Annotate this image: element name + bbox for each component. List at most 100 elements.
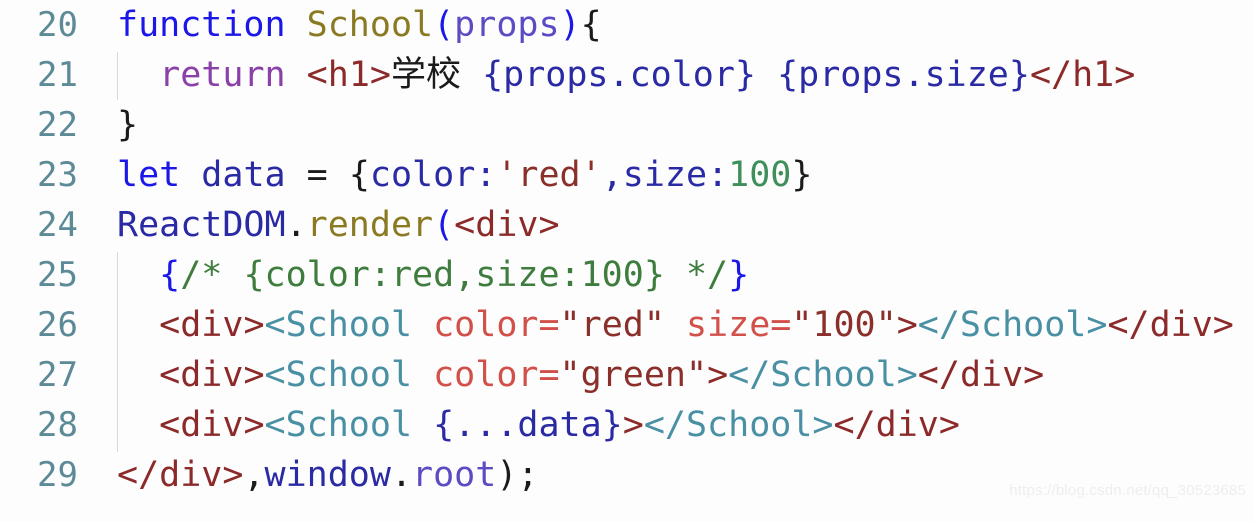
token-brace-open: { [159, 255, 181, 295]
token-tag-open-div: <div> [159, 405, 265, 445]
token-parameter: props [454, 5, 560, 45]
token-dot: . [285, 205, 307, 245]
token-property-root: root [412, 455, 497, 495]
line-number: 22 [37, 105, 78, 145]
token-tag-open-h1: <h1> [306, 55, 391, 95]
code-line-20[interactable]: 20 function School(props){ [0, 0, 1254, 50]
token-attribute-value-green: "green" [559, 355, 708, 395]
line-content[interactable]: let data = {color:'red',size:100} [117, 150, 812, 200]
token-component-close-school: </School> [643, 405, 834, 445]
line-content[interactable]: {/* {color:red,size:100} */} [117, 250, 749, 300]
line-content[interactable]: function School(props){ [117, 0, 602, 50]
token-string-red: 'red' [496, 155, 602, 195]
token-tag-close-div: </div> [117, 455, 244, 495]
token-tag-gt: > [896, 305, 918, 345]
token-paren-open: ( [433, 205, 455, 245]
token-operator-equals: = [306, 155, 328, 195]
line-number: 20 [37, 5, 78, 45]
token-keyword-return: return [159, 55, 286, 95]
token-attribute-color: color= [433, 305, 560, 345]
token-dot: . [390, 455, 413, 495]
code-line-23[interactable]: 23 let data = {color:'red',size:100} [0, 150, 1254, 200]
line-number: 28 [37, 405, 78, 445]
token-comment: /* {color:red,size:100} */ [180, 255, 729, 295]
code-editor[interactable]: 20 function School(props){ 21 return <h1… [0, 0, 1254, 522]
token-jsx-expression-color: {props.color} [482, 55, 756, 95]
token-text-chinese: 学校 [390, 55, 461, 95]
token-component-close-school: </School> [728, 355, 918, 395]
token-tag-open-div: <div> [159, 305, 265, 345]
token-tag-close-div: </div> [917, 355, 1045, 395]
token-tag-close-div: </div> [1107, 305, 1234, 345]
token-attribute-value-100: "100" [791, 305, 897, 345]
token-brace-open: { [348, 155, 370, 195]
token-comma: , [243, 455, 265, 495]
token-identifier-data: data [201, 155, 286, 195]
token-object-key-size: size: [622, 155, 729, 195]
token-brace-close: } [791, 155, 813, 195]
token-jsx-expression-size: {props.size} [777, 55, 1030, 95]
code-line-26[interactable]: 26 <div><School color="red" size="100"><… [0, 300, 1254, 350]
token-keyword-let: let [117, 155, 181, 195]
line-number: 23 [37, 155, 78, 195]
token-component-open-school: <School [264, 305, 413, 345]
token-brace-close: } [117, 105, 139, 145]
code-line-27[interactable]: 27 <div><School color="green"></School><… [0, 350, 1254, 400]
token-component-open-school: <School [264, 405, 413, 445]
line-content[interactable]: <div><School color="green"></School></di… [117, 350, 1044, 400]
token-paren-close: ) [559, 5, 581, 45]
code-line-21[interactable]: 21 return <h1>学校 {props.color} {props.si… [0, 50, 1254, 100]
token-function-name: School [306, 5, 434, 45]
line-content[interactable]: } [117, 100, 138, 150]
token-object-key-color: color: [369, 155, 497, 195]
token-tag-close-h1: </h1> [1029, 55, 1136, 95]
line-number: 21 [37, 55, 78, 95]
token-tag-gt: > [622, 405, 644, 445]
line-content[interactable]: return <h1>学校 {props.color} {props.size}… [117, 50, 1135, 100]
token-brace-open: { [580, 5, 602, 45]
token-tag-open-div: <div> [159, 355, 265, 395]
token-component-close-school: </School> [917, 305, 1108, 345]
token-tag-gt: > [707, 355, 729, 395]
line-content[interactable]: </div>,window.root); [117, 450, 538, 500]
token-tag-close-div: </div> [833, 405, 960, 445]
code-line-22[interactable]: 22 } [0, 100, 1254, 150]
token-object-reactdom: ReactDOM [117, 205, 286, 245]
code-line-24[interactable]: 24 ReactDOM.render(<div> [0, 200, 1254, 250]
token-paren-semicolon: ); [496, 455, 539, 495]
token-attribute-value-red: "red" [559, 305, 665, 345]
line-number: 25 [37, 255, 78, 295]
token-comma: , [601, 155, 623, 195]
code-line-28[interactable]: 28 <div><School {...data}></School></div… [0, 400, 1254, 450]
line-number: 27 [37, 355, 78, 395]
watermark: https://blog.csdn.net/qq_30523685 [1009, 482, 1246, 499]
token-attribute-size: size= [685, 305, 792, 345]
token-attribute-color: color= [433, 355, 560, 395]
line-content[interactable]: <div><School {...data}></School></div> [117, 400, 960, 450]
line-number: 26 [37, 305, 78, 345]
token-paren-open: ( [433, 5, 455, 45]
token-method-render: render [306, 205, 434, 245]
token-spread-data: {...data} [433, 405, 623, 445]
line-number: 29 [37, 455, 78, 495]
token-component-open-school: <School [264, 355, 413, 395]
line-content[interactable]: ReactDOM.render(<div> [117, 200, 560, 250]
line-content[interactable]: <div><School color="red" size="100"></Sc… [117, 300, 1234, 350]
code-line-25[interactable]: 25 {/* {color:red,size:100} */} [0, 250, 1254, 300]
token-brace-close: } [728, 255, 750, 295]
line-number: 24 [37, 205, 78, 245]
token-object-window: window [264, 455, 391, 495]
